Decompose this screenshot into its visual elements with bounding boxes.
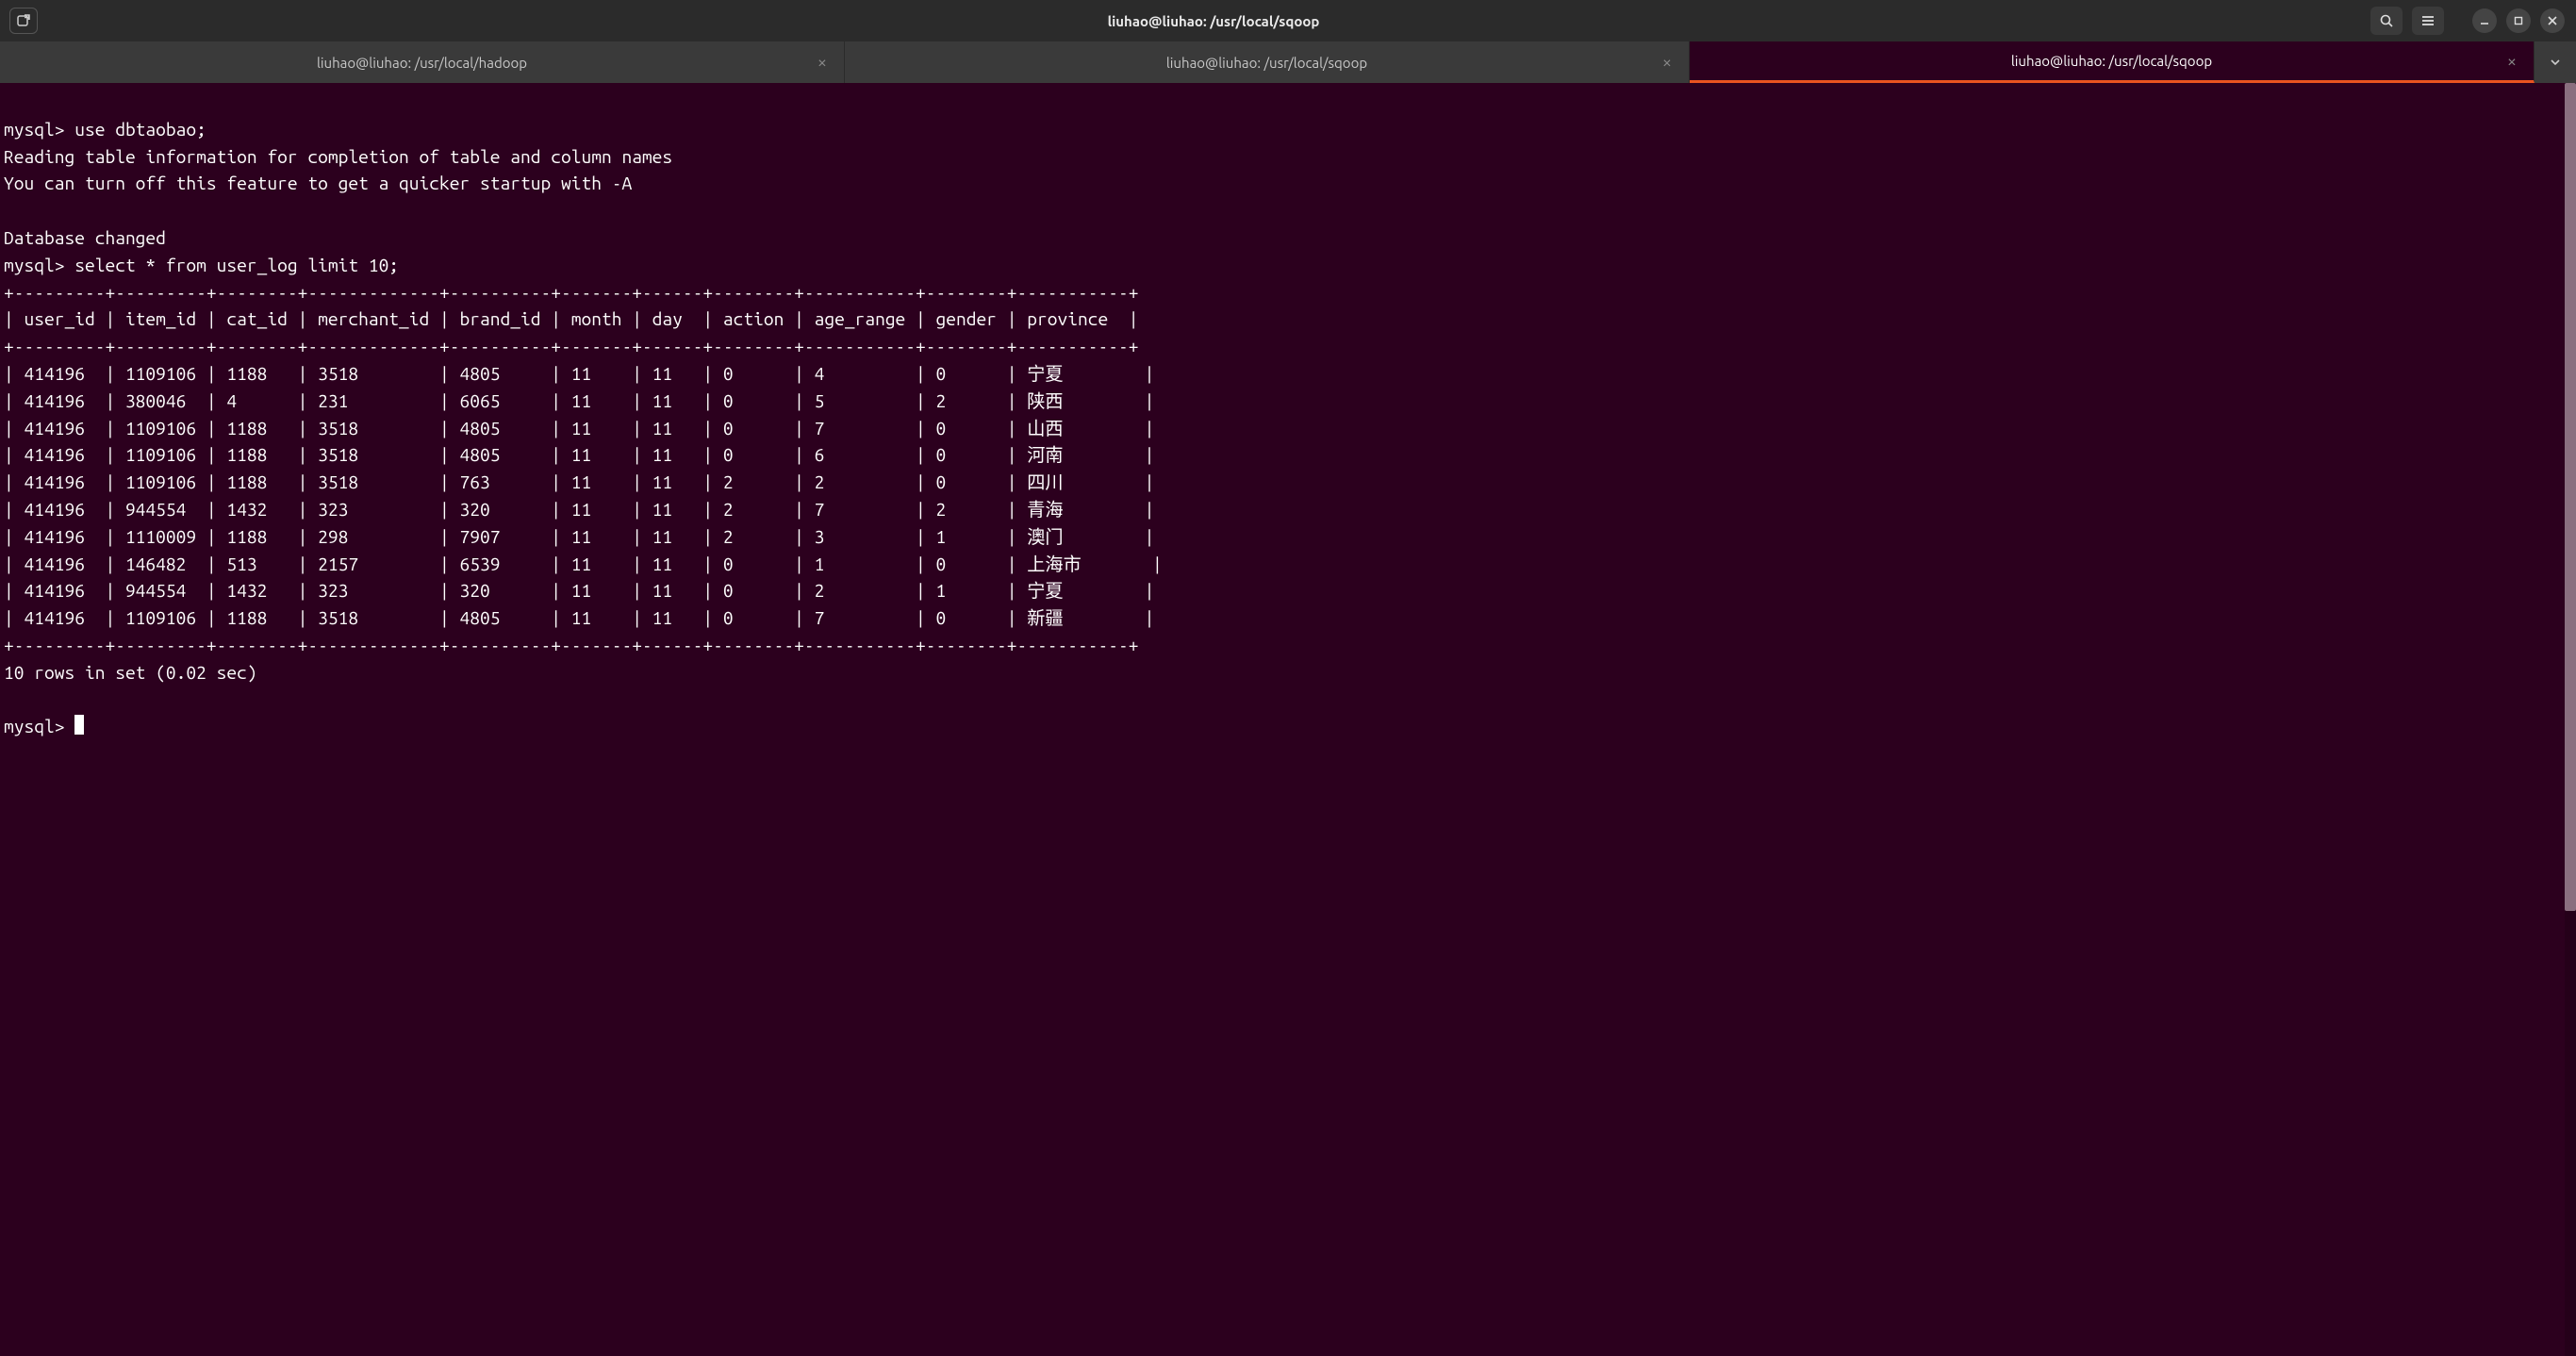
minimize-icon <box>2479 15 2490 26</box>
close-button[interactable] <box>2540 8 2565 33</box>
terminal-area[interactable]: mysql> use dbtaobao; Reading table infor… <box>0 83 2576 1356</box>
tab-close-button[interactable]: × <box>1662 53 1672 72</box>
maximize-icon <box>2513 15 2524 26</box>
tab-label: liuhao@liuhao: /usr/local/sqoop <box>1166 55 1367 71</box>
chevron-down-icon <box>2549 56 2562 69</box>
titlebar-right <box>2370 7 2576 35</box>
titlebar: liuhao@liuhao: /usr/local/sqoop <box>0 0 2576 41</box>
tab-0[interactable]: liuhao@liuhao: /usr/local/hadoop × <box>0 41 845 83</box>
scrollbar[interactable] <box>2565 83 2576 1356</box>
maximize-button[interactable] <box>2506 8 2531 33</box>
tabbar: liuhao@liuhao: /usr/local/hadoop × liuha… <box>0 41 2576 83</box>
cursor <box>74 715 84 735</box>
scrollbar-thumb[interactable] <box>2565 83 2576 911</box>
hamburger-menu-button[interactable] <box>2412 7 2444 35</box>
new-tab-icon <box>16 13 31 28</box>
tab-1[interactable]: liuhao@liuhao: /usr/local/sqoop × <box>845 41 1690 83</box>
close-icon <box>2547 15 2558 26</box>
tab-dropdown-button[interactable] <box>2535 41 2576 83</box>
search-button[interactable] <box>2370 7 2403 35</box>
new-tab-button[interactable] <box>9 8 38 34</box>
window-title: liuhao@liuhao: /usr/local/sqoop <box>57 13 2370 29</box>
tab-close-button[interactable]: × <box>2507 52 2517 71</box>
hamburger-icon <box>2420 13 2436 28</box>
tab-label: liuhao@liuhao: /usr/local/sqoop <box>2011 53 2212 69</box>
terminal-output: mysql> use dbtaobao; Reading table infor… <box>4 89 2572 740</box>
tab-label: liuhao@liuhao: /usr/local/hadoop <box>317 55 527 71</box>
search-icon <box>2379 13 2394 28</box>
tab-close-button[interactable]: × <box>817 53 827 72</box>
minimize-button[interactable] <box>2472 8 2497 33</box>
titlebar-left <box>0 8 57 34</box>
tab-2[interactable]: liuhao@liuhao: /usr/local/sqoop × <box>1690 41 2535 83</box>
